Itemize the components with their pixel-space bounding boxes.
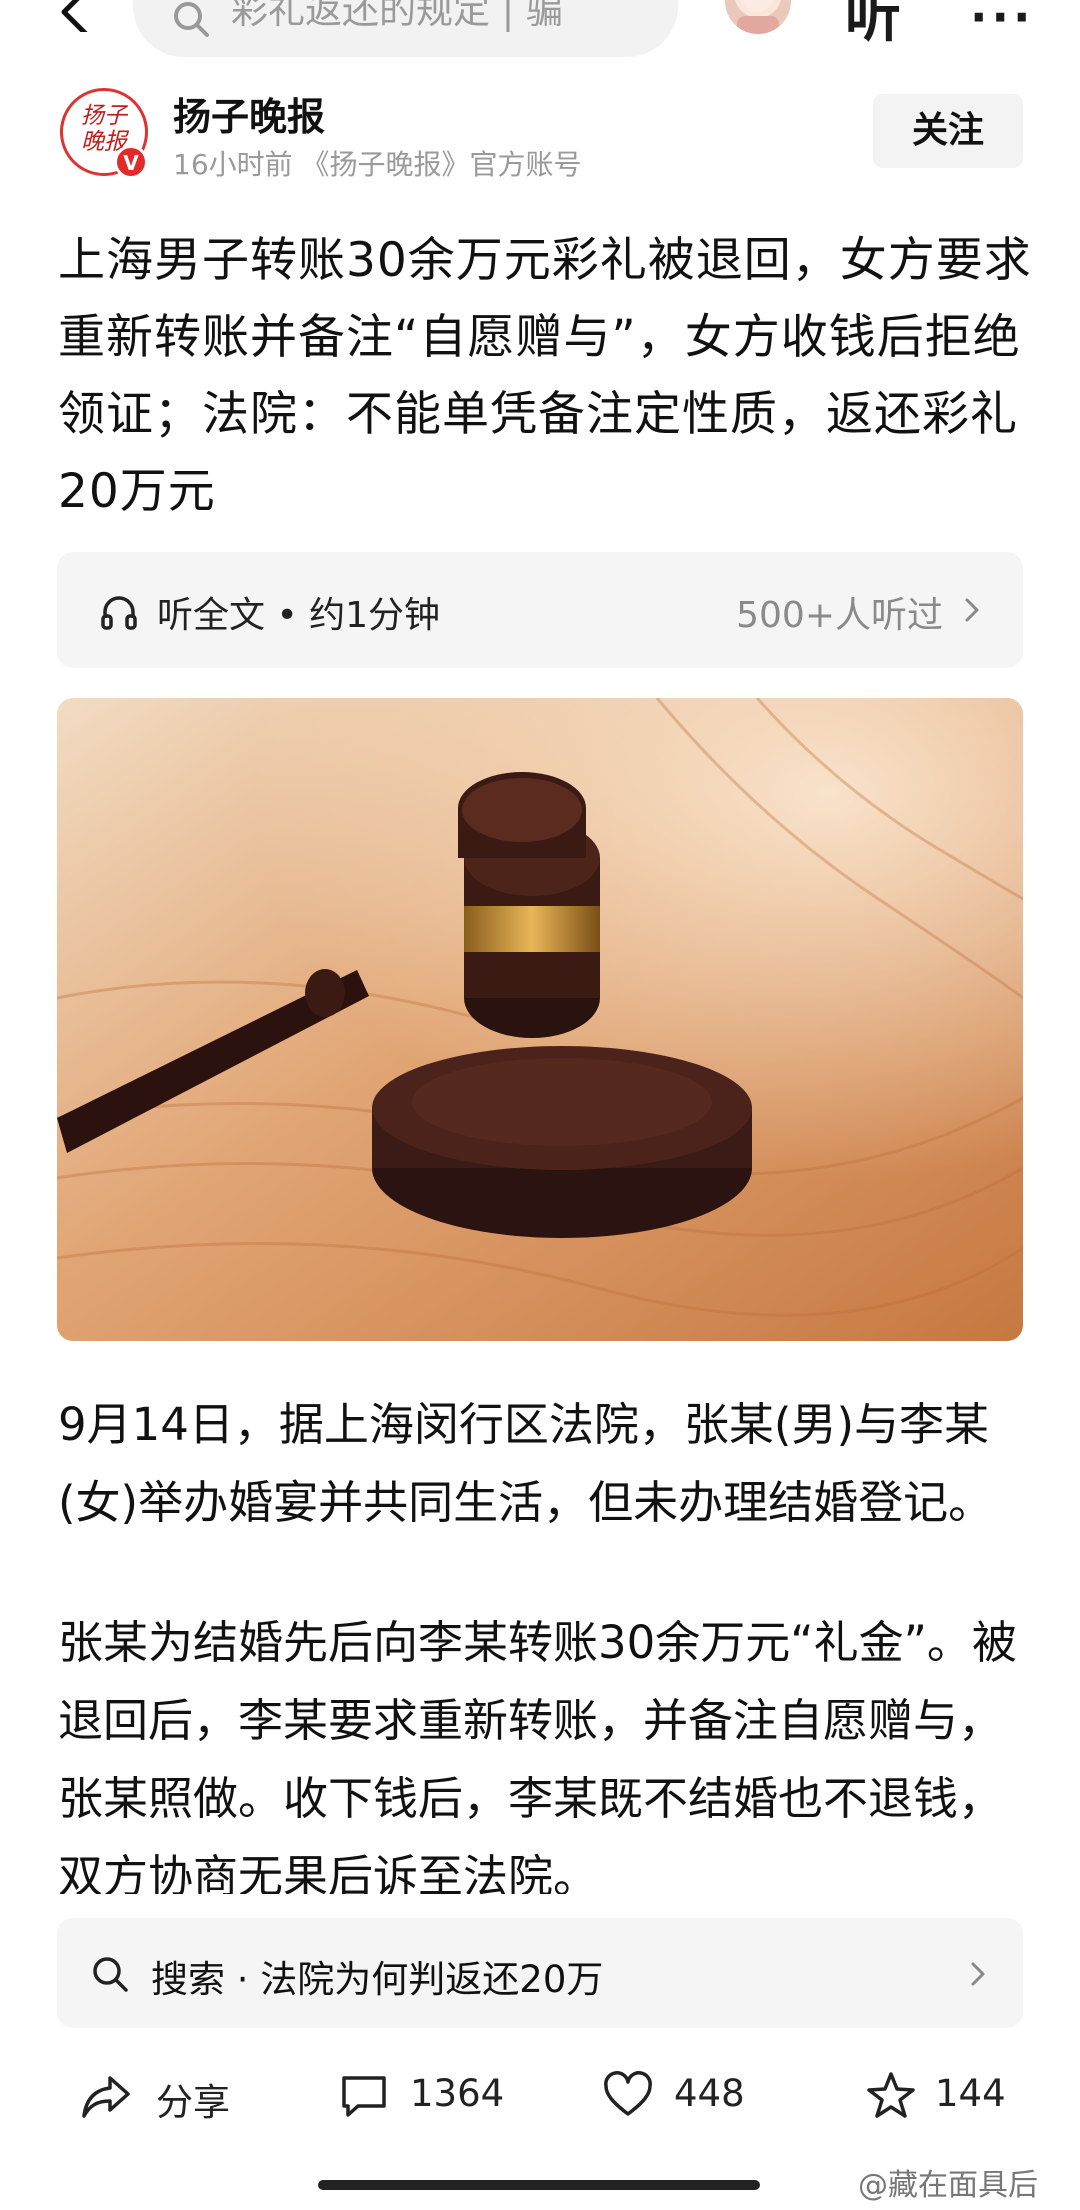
like-count: 448 bbox=[674, 2072, 745, 2115]
listener-count: 500+人听过 bbox=[736, 595, 943, 636]
related-search-bar[interactable]: 搜索 · 法院为何判返还20万 bbox=[57, 1918, 1023, 2028]
comment-icon bbox=[342, 2076, 386, 2117]
verified-badge-icon: V bbox=[114, 145, 148, 179]
headphones-icon bbox=[101, 596, 137, 630]
share-button[interactable]: 分享 bbox=[80, 2058, 240, 2138]
article-image-gavel[interactable] bbox=[57, 698, 1023, 1341]
more-options-icon[interactable]: ··· bbox=[970, 0, 1034, 44]
weibo-watermark: @藏在面具后 bbox=[858, 2168, 1038, 2203]
share-label: 分享 bbox=[156, 2081, 230, 2124]
publisher-name[interactable]: 扬子晚报 bbox=[173, 86, 325, 141]
chevron-right-icon bbox=[971, 1962, 985, 1986]
related-search-text: 搜索 · 法院为何判返还20万 bbox=[151, 1958, 604, 2001]
listen-button[interactable]: 听 bbox=[845, 0, 901, 53]
avatar-face-icon bbox=[737, 0, 779, 34]
follow-button[interactable]: 关注 bbox=[873, 94, 1023, 168]
search-placeholder: 彩礼返还的规定 | 骗 bbox=[231, 0, 563, 32]
search-icon bbox=[93, 1957, 128, 1992]
user-avatar[interactable] bbox=[725, 0, 791, 34]
article-headline: 上海男子转账30余万元彩礼被退回，女方要求重新转账并备注“自愿赠与”，女方收钱后… bbox=[58, 233, 1032, 519]
listen-duration-label: 听全文 • 约1分钟 bbox=[157, 595, 441, 636]
listen-full-text-bar[interactable]: 听全文 • 约1分钟 500+人听过 bbox=[57, 552, 1023, 668]
like-button[interactable]: 448 bbox=[602, 2058, 752, 2138]
top-navigation-bar: 彩礼返还的规定 | 骗 听 ··· bbox=[0, 0, 1080, 60]
comment-count: 1364 bbox=[410, 2072, 505, 2115]
article-paragraph: 9月14日，据上海闵行区法院，张某(男)与李某(女)举办婚宴并共同生活，但未办理… bbox=[58, 1398, 994, 1529]
share-icon bbox=[82, 2076, 130, 2118]
favorite-count: 144 bbox=[935, 2072, 1006, 2115]
heart-icon bbox=[604, 2071, 652, 2116]
article-paragraph: 张某为结婚先后向李某转账30余万元“礼金”。被退回后，李某要求重新转账，并备注自… bbox=[58, 1616, 1017, 1894]
post-meta: 16小时前 《扬子晚报》官方账号 bbox=[173, 148, 582, 181]
comment-button[interactable]: 1364 bbox=[338, 2058, 508, 2138]
home-indicator[interactable] bbox=[318, 2180, 760, 2190]
action-bar: 分享 1364 448 144 bbox=[0, 2058, 1080, 2138]
back-arrow-icon[interactable] bbox=[52, 0, 98, 32]
search-icon bbox=[174, 2, 209, 37]
favorite-button[interactable]: 144 bbox=[865, 2058, 1015, 2138]
gavel-illustration bbox=[57, 698, 1023, 1341]
chevron-right-icon bbox=[965, 598, 979, 622]
star-icon bbox=[867, 2072, 915, 2118]
search-input[interactable]: 彩礼返还的规定 | 骗 bbox=[133, 0, 678, 57]
